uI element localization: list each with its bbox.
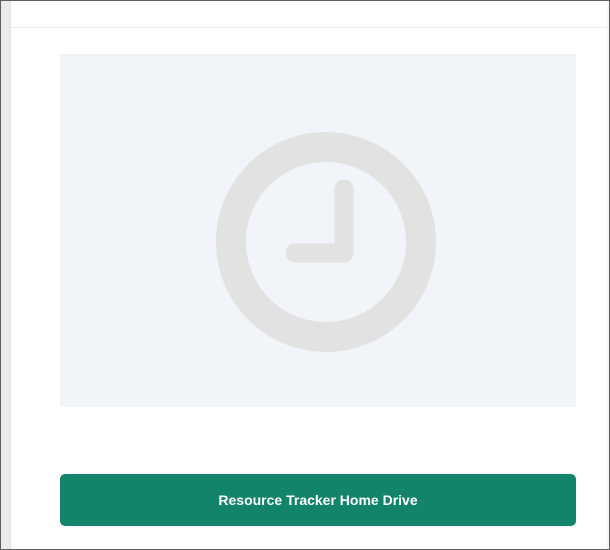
panel-header bbox=[11, 1, 609, 28]
resource-tracker-home-drive-button[interactable]: Resource Tracker Home Drive bbox=[60, 474, 576, 526]
right-edge bbox=[607, 1, 609, 549]
clock-icon bbox=[216, 132, 436, 352]
image-placeholder bbox=[60, 54, 576, 407]
button-label: Resource Tracker Home Drive bbox=[218, 492, 418, 508]
left-scroll-gutter bbox=[1, 1, 11, 549]
widget-panel: Resource Tracker Home Drive bbox=[0, 0, 610, 550]
